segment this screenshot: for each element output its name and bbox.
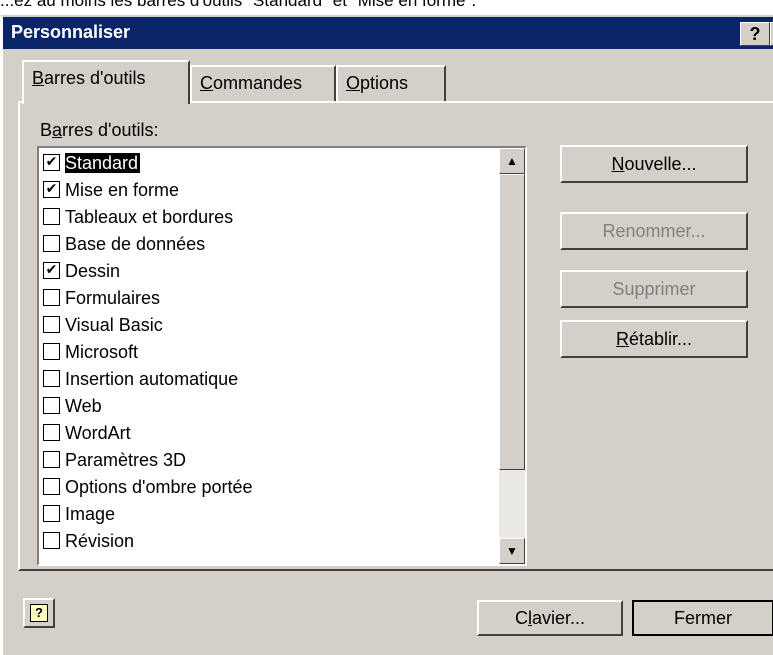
list-item[interactable]: Web [43,393,499,420]
list-item-label: Options d'ombre portée [65,477,253,497]
list-item[interactable]: Image [43,501,499,528]
tab-options[interactable]: Options [336,65,446,101]
list-item[interactable]: Insertion automatique [43,366,499,393]
reset-button[interactable]: Rétablir... [560,320,748,358]
list-item[interactable]: ✔ Mise en forme [43,177,499,204]
list-item-label: Formulaires [65,288,161,308]
tab-toolbars-label: arres d'outils [44,68,146,88]
tab-options-label: ptions [360,73,409,93]
list-item-label: Insertion automatique [65,369,239,389]
toolbar-checkbox[interactable]: ✔ [43,181,60,199]
toolbar-checkbox[interactable]: ✔ [43,262,60,280]
list-item[interactable]: Tableaux et bordures [43,204,499,231]
help-button[interactable]: ? [740,22,770,46]
tab-toolbars-accel: B [32,68,45,88]
dialog-title: Personnaliser [11,22,131,42]
scroll-up-button[interactable]: ▲ [499,148,525,174]
toolbar-checkbox[interactable] [43,505,60,523]
list-item[interactable]: Révision [43,528,499,555]
list-item[interactable]: WordArt [43,420,499,447]
list-item-label: Tableaux et bordures [65,207,234,227]
list-item-label: WordArt [65,423,131,443]
toolbar-checkbox[interactable] [43,532,60,550]
delete-button[interactable]: Supprimer [560,270,748,308]
list-item[interactable]: ✔ Standard [43,150,499,177]
toolbars-listbox[interactable]: ✔ Standard ✔ Mise en forme Tableaux et bordu… [37,146,527,566]
tab-commands-label: ommandes [213,73,303,93]
toolbars-list-label: Barres d'outils: [40,120,159,140]
tab-commands[interactable]: Commandes [190,65,336,101]
new-toolbar-rest: ouvelle... [624,154,697,174]
list-item[interactable]: Paramètres 3D [43,447,499,474]
list-item-label: Standard [65,153,141,173]
toolbar-checkbox[interactable]: ✔ [43,154,60,172]
list-item-label: Image [65,504,116,524]
list-item[interactable]: Microsoft [43,339,499,366]
toolbar-checkbox[interactable] [43,316,60,334]
list-scrollbar[interactable]: ▲ ▼ [499,148,525,564]
list-item[interactable]: Base de données [43,231,499,258]
scroll-down-button[interactable]: ▼ [499,538,525,564]
toolbar-checkbox[interactable] [43,343,60,361]
list-item[interactable]: Formulaires [43,285,499,312]
toolbar-checkbox[interactable] [43,451,60,469]
reset-rest: établir... [628,329,693,349]
list-item[interactable]: Options d'ombre portée [43,474,499,501]
list-item-label: Web [65,396,102,416]
list-item[interactable]: Visual Basic [43,312,499,339]
list-item-label: Microsoft [65,342,139,362]
list-item-label: Paramètres 3D [65,450,187,470]
context-help-button[interactable]: ? [23,598,55,628]
list-item-label: Dessin [65,261,121,281]
rename-button[interactable]: Renommer... [560,212,748,250]
toolbar-checkbox[interactable] [43,397,60,415]
help-icon: ? [30,604,48,622]
scroll-thumb[interactable] [499,174,525,470]
tab-options-accel: O [346,73,361,93]
list-item-label: Visual Basic [65,315,163,335]
toolbar-checkbox[interactable] [43,478,60,496]
new-toolbar-button[interactable]: Nouvelle... [560,145,748,183]
toolbar-checkbox[interactable] [43,370,60,388]
close-dialog-button[interactable]: Fermer [632,600,773,636]
list-item-label: Révision [65,531,135,551]
toolbar-checkbox[interactable] [43,424,60,442]
list-item[interactable]: ✔ Dessin [43,258,499,285]
list-item-label: Mise en forme [65,180,180,200]
title-bar[interactable]: Personnaliser ? × [3,17,773,49]
toolbar-checkbox[interactable] [43,289,60,307]
keyboard-button[interactable]: Clavier... [477,600,623,636]
tab-toolbars[interactable]: Barres d'outils [22,60,190,104]
tab-commands-accel: C [200,73,213,93]
toolbar-checkbox[interactable] [43,235,60,253]
background-caption: ...ez au moins les barres d'outils "Stan… [0,0,477,10]
toolbar-checkbox[interactable] [43,208,60,226]
list-item-label: Base de données [65,234,206,254]
